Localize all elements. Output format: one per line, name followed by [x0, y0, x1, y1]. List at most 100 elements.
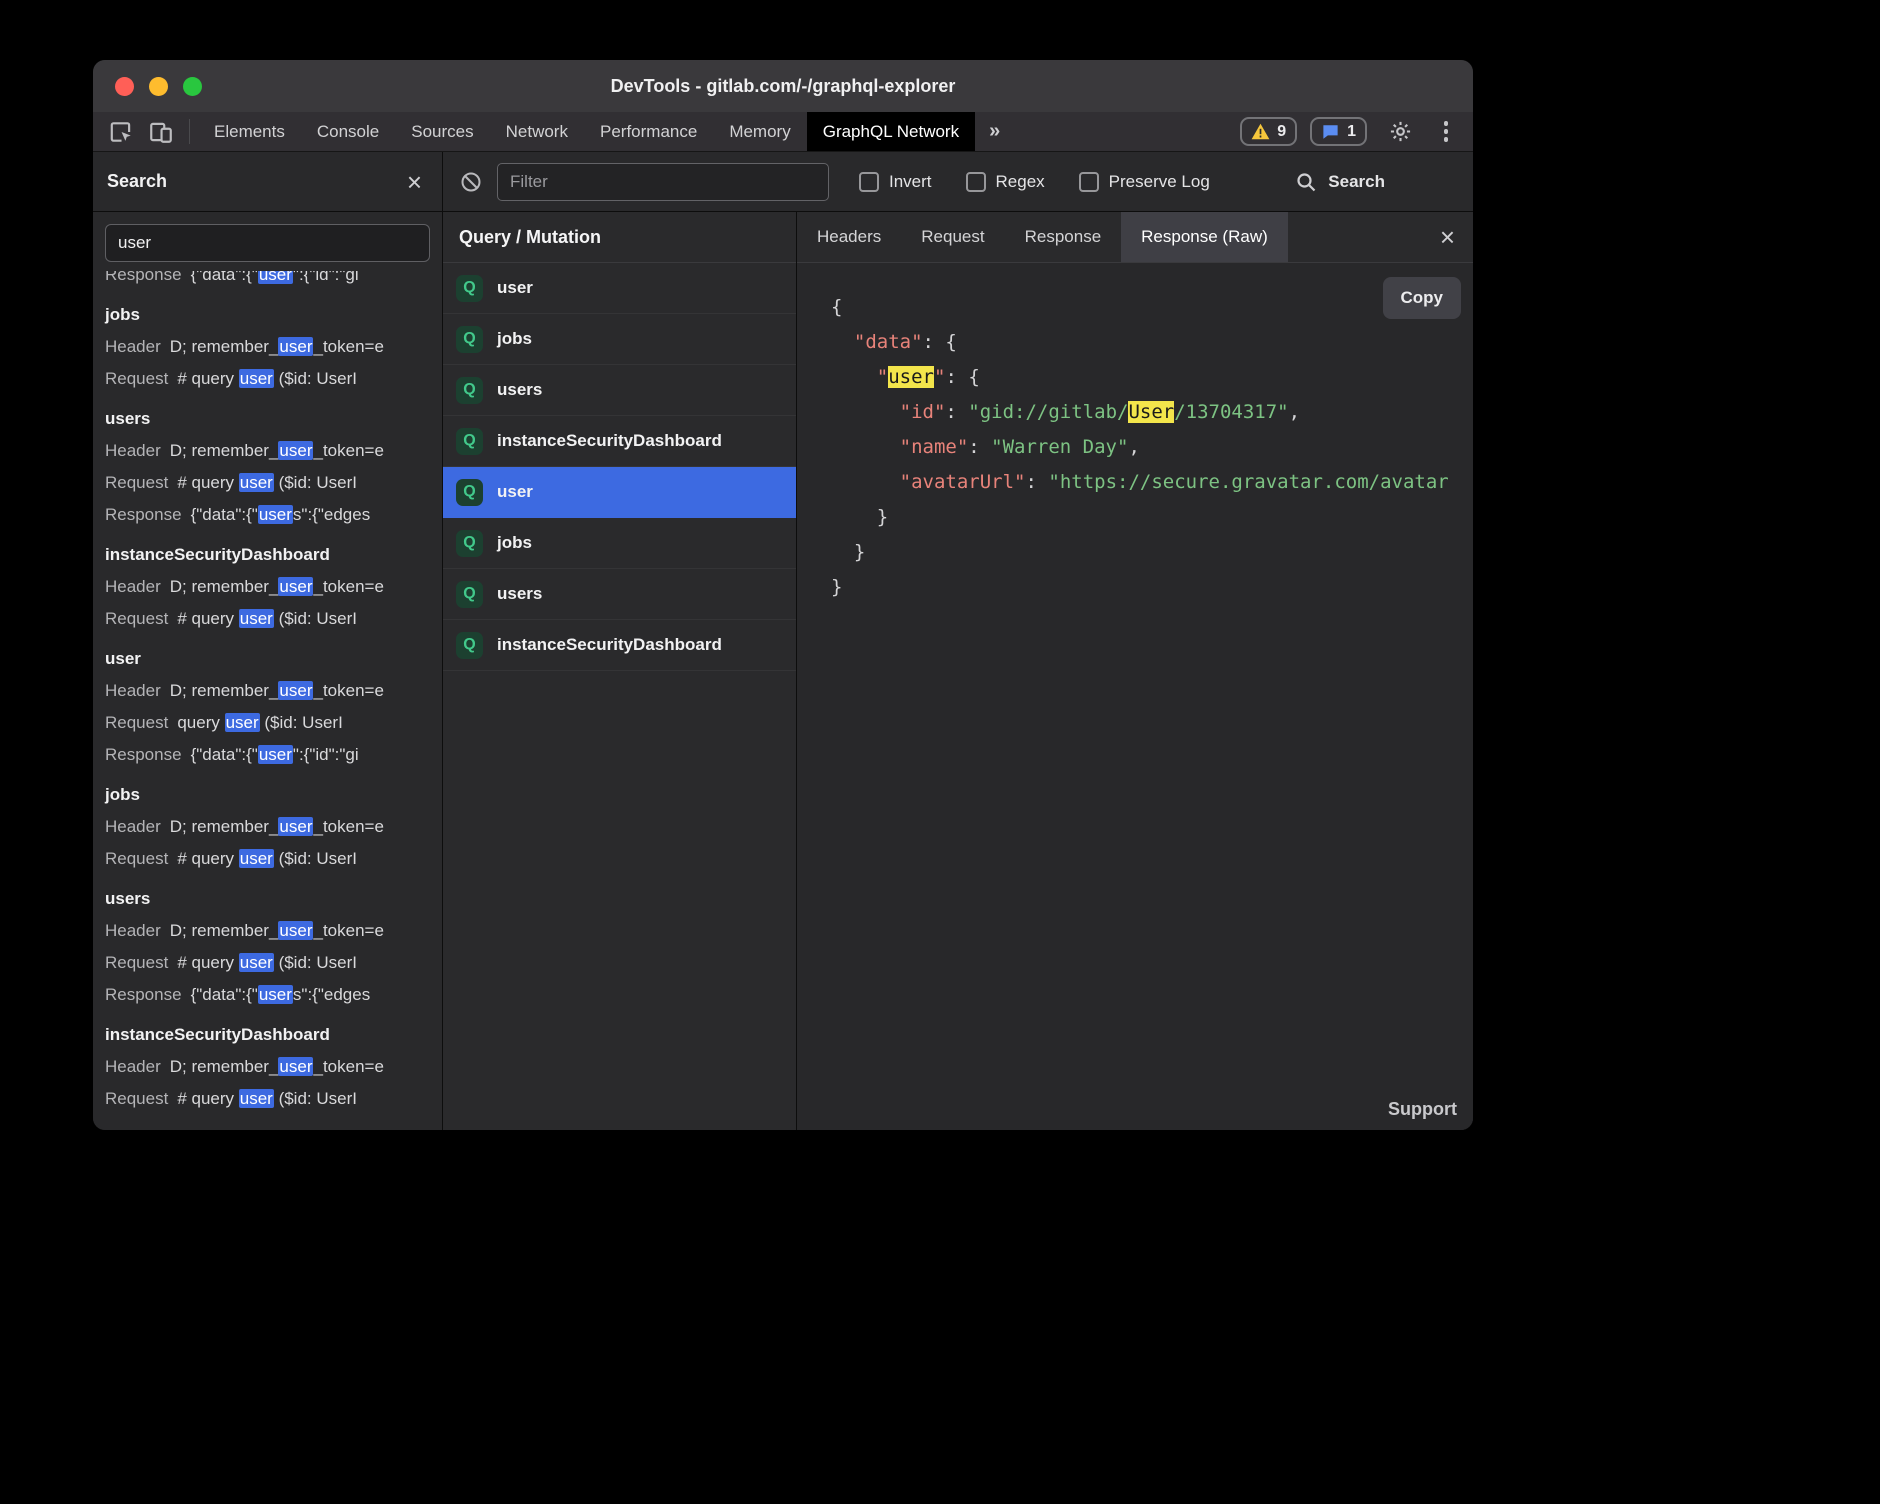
checkbox-preserve-log[interactable]: Preserve Log	[1079, 172, 1210, 192]
result-text: ($id: UserI	[274, 1089, 357, 1108]
result-text: D; remember_	[170, 921, 279, 940]
search-result-line[interactable]: Response{"data":{"users":{"edges	[93, 499, 442, 531]
detail-tab-request[interactable]: Request	[901, 212, 1004, 262]
warnings-badge[interactable]: 9	[1240, 117, 1297, 146]
result-text: D; remember_	[170, 817, 279, 836]
checkbox-box[interactable]	[966, 172, 986, 192]
result-text: ($id: UserI	[274, 369, 357, 388]
search-match-highlight: user	[278, 337, 313, 356]
result-text: ":{"id":"gi	[293, 745, 359, 764]
settings-gear-icon[interactable]	[1380, 119, 1420, 144]
warning-count: 9	[1277, 123, 1286, 141]
devtools-tab-performance[interactable]: Performance	[584, 112, 713, 151]
devtools-tab-console[interactable]: Console	[301, 112, 395, 151]
copy-button[interactable]: Copy	[1383, 277, 1462, 319]
issues-badge[interactable]: 1	[1310, 117, 1367, 146]
search-result-text: HeaderD; remember_user_token=e	[105, 1057, 384, 1076]
search-result-line[interactable]: Request# query user ($id: UserI	[93, 1083, 442, 1115]
search-input[interactable]	[105, 224, 430, 262]
search-result-line[interactable]: HeaderD; remember_user_token=e	[93, 331, 442, 363]
json-token: :	[968, 436, 991, 458]
inspect-element-icon[interactable]	[101, 112, 141, 151]
close-window-button[interactable]	[115, 77, 134, 96]
query-label: user	[497, 482, 533, 502]
result-field-label: Header	[105, 921, 161, 940]
json-line: {	[831, 290, 1473, 325]
json-line: "user": {	[831, 360, 1473, 395]
toolbar-search-label: Search	[1328, 172, 1385, 192]
query-list-item[interactable]: QinstanceSecurityDashboard	[443, 416, 796, 467]
detail-tabs: HeadersRequestResponseResponse (Raw)	[797, 212, 1288, 262]
json-token: }	[831, 576, 842, 598]
query-badge-icon: Q	[456, 275, 483, 302]
support-link[interactable]: Support	[1388, 1099, 1457, 1120]
search-result-line[interactable]: HeaderD; remember_user_token=e	[93, 675, 442, 707]
checkbox-regex[interactable]: Regex	[966, 172, 1045, 192]
device-toolbar-icon[interactable]	[141, 112, 181, 151]
detail-tab-response-raw[interactable]: Response (Raw)	[1121, 212, 1288, 262]
checkbox-box[interactable]	[859, 172, 879, 192]
devtools-tab-graphql-network[interactable]: GraphQL Network	[807, 112, 975, 151]
result-field-label: Response	[105, 505, 182, 524]
query-badge-icon: Q	[456, 377, 483, 404]
json-token: "avatarUrl"	[900, 471, 1026, 493]
search-result-text: Request# query user ($id: UserI	[105, 609, 357, 628]
query-label: users	[497, 584, 542, 604]
search-match-highlight: user	[278, 817, 313, 836]
search-result-line[interactable]: HeaderD; remember_user_token=e	[93, 571, 442, 603]
devtools-tab-memory[interactable]: Memory	[713, 112, 806, 151]
json-token: "data"	[854, 331, 923, 353]
checkbox-box[interactable]	[1079, 172, 1099, 192]
query-list-item[interactable]: Qjobs	[443, 314, 796, 365]
search-result-line[interactable]: Request# query user ($id: UserI	[93, 843, 442, 875]
devtools-tab-network[interactable]: Network	[490, 112, 584, 151]
search-result-line[interactable]: Request# query user ($id: UserI	[93, 363, 442, 395]
detail-tab-response[interactable]: Response	[1005, 212, 1122, 262]
toolbar-right-controls: 9 1	[1240, 112, 1473, 151]
search-result-line[interactable]: HeaderD; remember_user_token=e	[93, 1051, 442, 1083]
search-result-line[interactable]: Request# query user ($id: UserI	[93, 603, 442, 635]
search-result-text: HeaderD; remember_user_token=e	[105, 441, 384, 460]
search-result-text: Request# query user ($id: UserI	[105, 953, 357, 972]
search-result-line[interactable]: Request# query user ($id: UserI	[93, 467, 442, 499]
detail-tab-headers[interactable]: Headers	[797, 212, 901, 262]
search-close-icon[interactable]: ×	[407, 169, 422, 195]
search-result-line[interactable]: HeaderD; remember_user_token=e	[93, 915, 442, 947]
toolbar-search-button[interactable]: Search	[1294, 170, 1385, 194]
result-text: D; remember_	[170, 337, 279, 356]
search-result-group: jobs	[93, 771, 442, 811]
json-token: {	[968, 366, 979, 388]
search-result-line[interactable]: Requestquery user ($id: UserI	[93, 707, 442, 739]
devtools-tab-sources[interactable]: Sources	[395, 112, 489, 151]
kebab-menu-icon[interactable]	[1433, 121, 1459, 142]
query-list-item[interactable]: Qjobs	[443, 518, 796, 569]
search-result-line[interactable]: Response{"data":{"user":{"id":"gi	[93, 739, 442, 771]
search-result-line[interactable]: Response{"data":{"user":{"id":"gi	[93, 271, 442, 291]
checkbox-invert[interactable]: Invert	[859, 172, 932, 192]
search-result-text: HeaderD; remember_user_token=e	[105, 921, 384, 940]
search-result-text: HeaderD; remember_user_token=e	[105, 681, 384, 700]
more-tabs-button[interactable]: »	[975, 112, 1014, 151]
query-list-item[interactable]: Quser	[443, 467, 796, 518]
search-result-line[interactable]: Response{"data":{"users":{"edges	[93, 979, 442, 1011]
search-result-group: user	[93, 635, 442, 675]
result-text: _token=e	[313, 681, 383, 700]
search-result-line[interactable]: Request# query user ($id: UserI	[93, 947, 442, 979]
result-text: _token=e	[313, 921, 383, 940]
result-field-label: Header	[105, 681, 161, 700]
search-result-line[interactable]: HeaderD; remember_user_token=e	[93, 811, 442, 843]
query-list-item[interactable]: Qusers	[443, 569, 796, 620]
query-list-item[interactable]: Quser	[443, 263, 796, 314]
zoom-window-button[interactable]	[183, 77, 202, 96]
filter-input[interactable]	[497, 163, 829, 201]
query-label: jobs	[497, 329, 532, 349]
query-list-item[interactable]: Qusers	[443, 365, 796, 416]
clear-icon[interactable]	[459, 170, 483, 194]
search-match-highlight: user	[258, 505, 293, 524]
query-list-item[interactable]: QinstanceSecurityDashboard	[443, 620, 796, 671]
detail-close-icon[interactable]: ×	[1440, 224, 1473, 250]
search-result-line[interactable]: HeaderD; remember_user_token=e	[93, 435, 442, 467]
search-match-highlight: user	[888, 366, 934, 388]
devtools-tab-elements[interactable]: Elements	[198, 112, 301, 151]
minimize-window-button[interactable]	[149, 77, 168, 96]
